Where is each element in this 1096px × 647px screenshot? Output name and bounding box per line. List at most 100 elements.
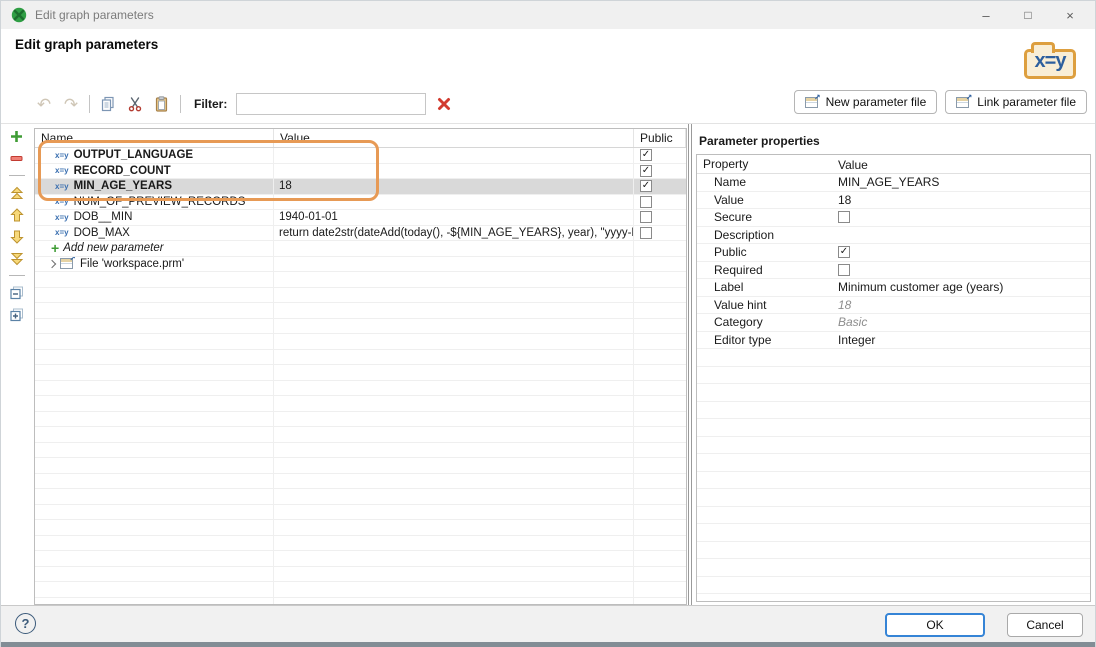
add-parameter-icon[interactable] [9, 129, 24, 144]
property-row[interactable]: Public✓ [697, 244, 1090, 262]
empty-row [697, 349, 1090, 367]
help-icon[interactable]: ? [15, 613, 36, 634]
minimize-button[interactable]: – [965, 1, 1007, 29]
public-checkbox[interactable]: ✓ [640, 165, 652, 177]
move-up-icon[interactable] [9, 207, 24, 222]
property-row[interactable]: LabelMinimum customer age (years) [697, 279, 1090, 297]
empty-cell [634, 474, 686, 489]
param-row[interactable]: x=yMIN_AGE_YEARS18✓ [35, 179, 686, 195]
empty-row [697, 577, 1090, 595]
public-checkbox[interactable]: ✓ [640, 149, 652, 161]
panel-splitter[interactable] [688, 124, 692, 606]
property-row[interactable]: Value18 [697, 192, 1090, 210]
property-row[interactable]: Secure [697, 209, 1090, 227]
empty-cell [634, 381, 686, 396]
move-to-top-icon[interactable] [9, 185, 24, 200]
empty-cell [274, 598, 634, 606]
public-checkbox[interactable] [640, 196, 652, 208]
redo-icon[interactable]: ↷ [62, 95, 80, 113]
collapse-all-icon[interactable] [9, 285, 24, 300]
property-value [832, 211, 1090, 223]
column-header-name[interactable]: Name [35, 129, 274, 147]
param-row[interactable]: x=yRECORD_COUNT✓ [35, 164, 686, 180]
empty-cell [274, 582, 634, 597]
add-parameter-row[interactable]: +Add new parameter [35, 241, 686, 257]
cut-icon[interactable] [126, 95, 144, 113]
parameter-file-icon: ↗ [60, 257, 75, 270]
param-row[interactable]: x=yOUTPUT_LANGUAGE✓ [35, 148, 686, 164]
ok-button[interactable]: OK [885, 613, 985, 637]
cancel-button[interactable]: Cancel [1007, 613, 1083, 637]
empty-cell [274, 365, 634, 380]
column-header-prop-value[interactable]: Value [832, 155, 1090, 173]
close-button[interactable]: × [1049, 1, 1091, 29]
chevron-right-icon[interactable] [48, 260, 56, 268]
empty-cell [634, 396, 686, 411]
property-row[interactable]: Required [697, 262, 1090, 280]
param-row[interactable]: x=yNUM_OF_PREVIEW_RECORDS [35, 195, 686, 211]
empty-cell [274, 551, 634, 566]
param-row[interactable]: x=yDOB__MIN1940-01-01 [35, 210, 686, 226]
window-controls: – □ × [965, 1, 1091, 29]
property-row[interactable]: NameMIN_AGE_YEARS [697, 174, 1090, 192]
undo-icon[interactable]: ↶ [35, 95, 53, 113]
public-checkbox[interactable] [640, 227, 652, 239]
empty-cell [634, 272, 686, 287]
property-checkbox[interactable] [838, 211, 850, 223]
filter-input[interactable] [236, 93, 426, 115]
param-row[interactable]: x=yDOB_MAXreturn date2str(dateAdd(today(… [35, 226, 686, 242]
maximize-button[interactable]: □ [1007, 1, 1049, 29]
empty-cell [634, 257, 686, 272]
parameter-file-row[interactable]: ↗File 'workspace.prm' [35, 257, 686, 273]
property-row[interactable]: Value hint18 [697, 297, 1090, 315]
move-to-bottom-icon[interactable] [9, 251, 24, 266]
property-checkbox[interactable] [838, 264, 850, 276]
empty-cell [274, 396, 634, 411]
empty-cell [35, 396, 274, 411]
empty-row [35, 536, 686, 552]
column-header-property[interactable]: Property [697, 155, 832, 173]
empty-cell [634, 365, 686, 380]
empty-row [35, 567, 686, 583]
new-parameter-file-button[interactable]: ↗ New parameter file [794, 90, 938, 114]
empty-row [35, 396, 686, 412]
move-down-icon[interactable] [9, 229, 24, 244]
dialog-header: Edit graph parameters x=y [1, 29, 1095, 85]
parameter-file-icon: ↗ [805, 96, 820, 109]
empty-cell [35, 567, 274, 582]
empty-cell [35, 474, 274, 489]
param-name: OUTPUT_LANGUAGE [74, 149, 193, 161]
empty-row [35, 427, 686, 443]
column-header-public[interactable]: Public [634, 129, 686, 147]
property-row[interactable]: CategoryBasic [697, 314, 1090, 332]
property-value [832, 264, 1090, 276]
empty-cell [634, 520, 686, 535]
empty-cell [274, 319, 634, 334]
public-checkbox[interactable] [640, 211, 652, 223]
empty-row [697, 507, 1090, 525]
parameter-icon: x=y [55, 166, 69, 175]
link-parameter-file-label: Link parameter file [977, 95, 1076, 109]
filter-label: Filter: [194, 97, 227, 111]
empty-cell [634, 334, 686, 349]
property-value-text: Basic [838, 315, 867, 329]
link-parameter-file-button[interactable]: ↗ Link parameter file [945, 90, 1087, 114]
empty-cell [35, 489, 274, 504]
clear-filter-icon[interactable] [435, 95, 453, 113]
empty-row [697, 402, 1090, 420]
empty-row [35, 319, 686, 335]
expand-all-icon[interactable] [9, 307, 24, 322]
copy-icon[interactable] [99, 95, 117, 113]
column-header-value[interactable]: Value [274, 129, 634, 147]
toolbar: ↶ ↷ [1, 85, 1095, 123]
paste-icon[interactable] [153, 95, 171, 113]
public-checkbox[interactable]: ✓ [640, 180, 652, 192]
param-name: DOB_MAX [74, 227, 130, 239]
empty-row [35, 520, 686, 536]
property-row[interactable]: Editor typeInteger [697, 332, 1090, 350]
empty-cell [35, 427, 274, 442]
property-row[interactable]: Description [697, 227, 1090, 245]
remove-parameter-icon[interactable] [9, 151, 24, 166]
empty-cell [634, 319, 686, 334]
property-checkbox[interactable]: ✓ [838, 246, 850, 258]
